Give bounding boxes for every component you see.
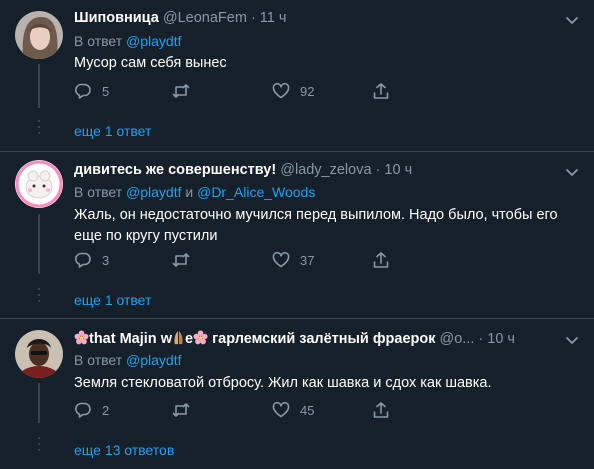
reply-prefix: В ответ: [74, 33, 123, 49]
retweet-icon: [172, 84, 190, 98]
heart-icon: [272, 251, 290, 268]
retweet-button[interactable]: [172, 251, 190, 269]
retweet-button[interactable]: [172, 82, 190, 100]
reply-button[interactable]: 5: [74, 82, 109, 100]
chevron-down-icon[interactable]: [565, 333, 579, 347]
like-button[interactable]: 45: [272, 401, 314, 419]
reply-icon: [74, 83, 91, 99]
display-name-part[interactable]: гарлемский залётный фраерок: [212, 331, 435, 347]
reply-icon: [74, 402, 91, 418]
chevron-down-icon[interactable]: [565, 165, 579, 179]
tweet-header: Шиповница @LeonaFem · 11 ч: [74, 10, 286, 26]
retweet-icon: [172, 403, 190, 417]
user-handle[interactable]: @LeonaFem: [163, 10, 247, 26]
show-more-replies[interactable]: еще 1 ответ: [74, 123, 151, 139]
mention-joiner: и: [185, 184, 194, 200]
share-button[interactable]: [372, 401, 390, 419]
heart-icon: [272, 401, 290, 418]
reply-count: 2: [102, 402, 110, 418]
retweet-icon: [172, 253, 190, 267]
reply-prefix: В ответ: [74, 352, 123, 368]
mention-link[interactable]: @Dr_Alice_Woods: [197, 184, 315, 200]
share-button[interactable]: [372, 82, 390, 100]
heart-icon: [272, 82, 290, 99]
cherry-blossom-icon: [193, 330, 208, 349]
like-count: 92: [300, 83, 315, 99]
like-button[interactable]: 37: [272, 251, 314, 269]
show-more-replies[interactable]: еще 1 ответ: [74, 292, 151, 308]
tweet-text: Земля стекловатой отбросу. Жил как шавка…: [74, 375, 492, 391]
show-more-replies[interactable]: еще 13 ответов: [74, 442, 174, 458]
tweet-actions: 2 45: [74, 401, 404, 421]
avatar[interactable]: [15, 160, 63, 208]
reply-context: В ответ @playdtf и @Dr_Alice_Woods: [74, 184, 315, 200]
like-button[interactable]: 92: [272, 82, 314, 100]
display-name-part[interactable]: e: [185, 331, 193, 347]
avatar[interactable]: [15, 11, 63, 59]
like-count: 45: [300, 402, 315, 418]
timestamp[interactable]: · 11 ч: [251, 10, 287, 26]
tweet-actions: 5 92: [74, 82, 404, 102]
user-handle[interactable]: @lady_zelova: [280, 162, 371, 178]
thread-line: [38, 383, 40, 423]
reply-icon: [74, 252, 91, 268]
cherry-blossom-icon: [74, 330, 89, 349]
user-handle[interactable]: @o...: [440, 331, 475, 347]
tweet-text: Мусор сам себя вынес: [74, 55, 227, 71]
timestamp[interactable]: · 10 ч: [376, 162, 413, 178]
avatar[interactable]: [15, 330, 63, 378]
chevron-down-icon[interactable]: [565, 13, 579, 27]
reply-context: В ответ @playdtf: [74, 33, 182, 49]
tweet[interactable]: Шиповница @LeonaFem · 11 ч В ответ @play…: [0, 0, 594, 152]
share-icon: [373, 252, 389, 268]
tweet-text: Жаль, он недостаточно мучился перед выпи…: [74, 207, 558, 244]
display-name[interactable]: that Majin w: [89, 331, 172, 347]
share-icon: [373, 83, 389, 99]
thread-dots: [37, 120, 41, 138]
reply-prefix: В ответ: [74, 184, 123, 200]
thread-line: [38, 64, 40, 108]
tweet-header: дивитесь же совершенству! @lady_zelova ·…: [74, 162, 412, 178]
share-button[interactable]: [372, 251, 390, 269]
tweet-header: that Majin w e гарлемский залётный фраер…: [74, 330, 515, 349]
thread-dots: [37, 288, 41, 306]
reply-button[interactable]: 3: [74, 251, 109, 269]
thread-dots: [37, 437, 41, 455]
tweet[interactable]: дивитесь же совершенству! @lady_zelova ·…: [0, 152, 594, 318]
like-count: 37: [300, 252, 315, 268]
share-icon: [373, 402, 389, 418]
tweet[interactable]: that Majin w e гарлемский залётный фраер…: [0, 319, 594, 469]
reply-count: 3: [102, 252, 110, 268]
thread-line: [38, 214, 40, 274]
reply-context: В ответ @playdtf: [74, 352, 182, 368]
reply-count: 5: [102, 83, 110, 99]
mention-link[interactable]: @playdtf: [126, 352, 181, 368]
mention-link[interactable]: @playdtf: [126, 33, 181, 49]
display-name[interactable]: дивитесь же совершенству!: [74, 162, 276, 178]
timestamp[interactable]: · 10 ч: [478, 331, 515, 347]
retweet-button[interactable]: [172, 401, 190, 419]
tweet-actions: 3 37: [74, 251, 404, 271]
praying-hands-icon: [172, 330, 185, 349]
display-name[interactable]: Шиповница: [74, 10, 159, 26]
mention-link[interactable]: @playdtf: [126, 184, 181, 200]
reply-button[interactable]: 2: [74, 401, 109, 419]
